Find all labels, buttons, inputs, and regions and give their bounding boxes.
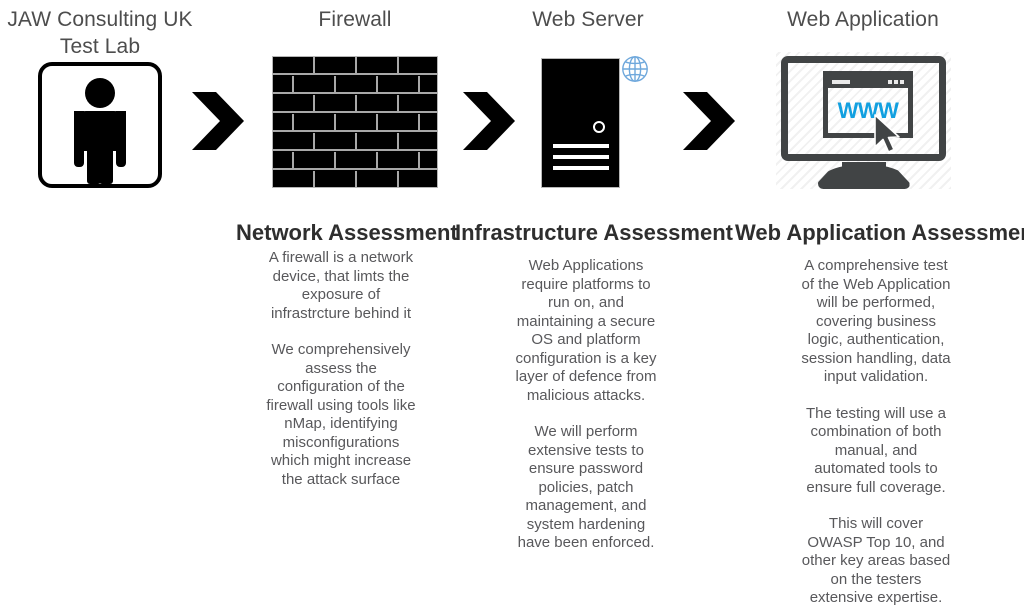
person-head-shape <box>85 78 115 108</box>
person-in-box-icon <box>38 62 162 188</box>
node-title-test-lab: JAW Consulting UK Test Lab <box>0 6 200 60</box>
brick <box>420 152 437 170</box>
brick <box>420 114 437 132</box>
globe-icon <box>620 54 650 84</box>
brick <box>273 76 294 94</box>
column-paragraph: This will cover OWASP Top 10, and other … <box>801 515 951 606</box>
brick-wall-icon <box>272 56 438 188</box>
brick <box>357 57 399 75</box>
person-leg-right-shape <box>99 142 113 184</box>
brick <box>273 133 315 151</box>
brick <box>420 76 437 94</box>
node-title-web-application: Web Application <box>787 8 939 31</box>
brick-row <box>273 114 437 132</box>
brick-row <box>273 152 437 170</box>
column-paragraph: A comprehensive test of the Web Applicat… <box>801 257 951 385</box>
column-paragraph: We will perform extensive tests to ensur… <box>517 423 655 551</box>
diagram-canvas: JAW Consulting UK Test Lab Firewall Web … <box>0 0 1024 616</box>
browser-dot <box>888 80 892 84</box>
browser-dot <box>894 80 898 84</box>
brick <box>294 76 336 94</box>
brick <box>315 171 357 187</box>
column-body-web-application-assessment: A comprehensive test of the Web Applicat… <box>800 257 952 608</box>
monitor-www-icon: WWW <box>776 52 951 189</box>
brick-row <box>273 171 437 187</box>
server-slot-shape <box>553 166 609 170</box>
brick <box>378 76 420 94</box>
brick-row <box>273 95 437 113</box>
column-body-infrastructure-assessment: Web Applications require platforms to ru… <box>510 257 662 553</box>
brick <box>399 171 437 187</box>
brick-row <box>273 76 437 94</box>
brick <box>357 133 399 151</box>
browser-titlebar-shape <box>828 76 908 88</box>
brick-row <box>273 133 437 151</box>
brick <box>399 133 437 151</box>
brick <box>315 95 357 113</box>
brick <box>336 76 378 94</box>
brick <box>336 152 378 170</box>
brick <box>315 133 357 151</box>
browser-dot <box>900 80 904 84</box>
brick <box>357 95 399 113</box>
mouse-cursor-icon <box>872 114 904 154</box>
chevron-right-icon-3 <box>681 90 737 152</box>
chevron-right-icon-2 <box>461 90 517 152</box>
column-body-network-assessment: A firewall is a network device, that lim… <box>262 249 420 489</box>
node-title-test-lab-line2: Test Lab <box>59 35 141 58</box>
brick <box>399 57 437 75</box>
column-heading-web-application-assessment: Web Application Assessment <box>735 220 1024 245</box>
brick <box>273 57 315 75</box>
brick <box>378 152 420 170</box>
node-title-test-lab-line1: JAW Consulting UK <box>7 8 193 31</box>
browser-url-bar-shape <box>832 80 850 84</box>
column-paragraph: Web Applications require platforms to ru… <box>515 257 657 404</box>
brick <box>294 114 336 132</box>
brick <box>357 171 399 187</box>
brick <box>315 57 357 75</box>
server-power-led-shape <box>593 121 605 133</box>
brick <box>273 171 315 187</box>
node-title-firewall: Firewall <box>318 8 392 31</box>
server-tower-icon <box>541 58 620 188</box>
chevron-right-icon-1 <box>190 90 246 152</box>
brick <box>336 114 378 132</box>
browser-window-controls-shape <box>888 80 904 84</box>
monitor-neck-shape <box>841 162 886 178</box>
server-slot-shape <box>553 155 609 159</box>
brick <box>273 95 315 113</box>
brick <box>378 114 420 132</box>
brick <box>294 152 336 170</box>
column-heading-infrastructure-assessment: Infrastructure Assessment <box>455 220 733 245</box>
brick <box>273 114 294 132</box>
server-slot-shape <box>553 144 609 148</box>
brick <box>273 152 294 170</box>
column-paragraph: The testing will use a combination of bo… <box>805 404 947 496</box>
brick-row <box>273 57 437 75</box>
column-heading-network-assessment: Network Assessment <box>236 220 458 245</box>
brick <box>399 95 437 113</box>
node-title-web-server: Web Server <box>532 8 644 31</box>
column-paragraph: We comprehensively assess the configurat… <box>266 341 416 488</box>
column-paragraph: A firewall is a network device, that lim… <box>268 249 414 322</box>
